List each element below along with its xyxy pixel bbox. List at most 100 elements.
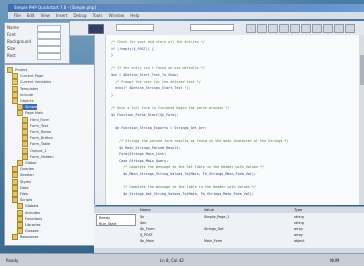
menu-item[interactable]: View bbox=[40, 12, 50, 19]
tree-item[interactable]: Templates bbox=[12, 85, 39, 92]
watch-cell-type: string bbox=[294, 221, 304, 225]
editor-vertical-scrollbar[interactable] bbox=[359, 35, 364, 205]
tree-item[interactable]: Classes bbox=[17, 228, 39, 235]
menu-item[interactable]: Help bbox=[130, 12, 139, 19]
menu-item[interactable]: Tools bbox=[93, 12, 103, 19]
tree-item[interactable]: Libraries bbox=[17, 222, 41, 228]
tree-item[interactable]: Scripts bbox=[12, 197, 32, 204]
property-value[interactable] bbox=[37, 32, 61, 39]
toolbar-button[interactable] bbox=[323, 24, 333, 33]
toolbar-button[interactable] bbox=[301, 24, 311, 33]
tree-item[interactable]: Files bbox=[12, 191, 28, 197]
watch-row[interactable]: $n Simple_Page_1 string bbox=[94, 215, 364, 220]
tree-item[interactable]: Form_Text bbox=[22, 122, 48, 129]
code-line: } bbox=[111, 53, 114, 58]
watch-row[interactable]: $n_Form Strings_Get array bbox=[94, 227, 364, 232]
tree-item[interactable]: Project bbox=[7, 67, 27, 73]
window-title: Simple PHP Quickstart 7.0 - [Simple.php] bbox=[14, 5, 96, 10]
tree-item[interactable]: Form_Table bbox=[22, 141, 50, 148]
tree-item[interactable]: Global bbox=[17, 160, 36, 166]
tree-item[interactable]: Queries bbox=[12, 166, 34, 173]
tree-item-label: Libraries bbox=[25, 223, 41, 227]
toolbar-button[interactable] bbox=[290, 24, 300, 33]
scrollbar-thumb[interactable] bbox=[360, 55, 364, 85]
tree-item-label: Styles bbox=[20, 179, 31, 184]
menu-item[interactable]: Edit bbox=[27, 12, 35, 19]
tree-item-label: Form_Radio bbox=[30, 130, 51, 134]
folder-icon bbox=[12, 98, 18, 104]
tree-item[interactable]: Page Main bbox=[17, 110, 44, 117]
property-label: Background bbox=[7, 39, 31, 44]
tree-item[interactable]: Styles bbox=[12, 178, 31, 185]
tree-item-label: Files bbox=[20, 192, 28, 196]
toolbar-dropdown[interactable] bbox=[190, 24, 234, 31]
menu-item[interactable]: File bbox=[14, 12, 21, 19]
tree-item[interactable]: Simple bbox=[17, 104, 38, 111]
watch-row[interactable]: $_POST array bbox=[94, 233, 364, 238]
color-swatch[interactable] bbox=[88, 24, 104, 34]
code-line: } bbox=[111, 92, 114, 97]
tree-item-label: Page Main bbox=[25, 111, 44, 116]
tree-item-label: Form_Hidden bbox=[30, 154, 54, 159]
tree-item[interactable]: Form_Radio bbox=[22, 129, 51, 135]
toolbar-button[interactable] bbox=[279, 24, 289, 33]
tree-item[interactable]: Form_Hidden bbox=[22, 153, 54, 160]
watch-row[interactable]: $en string bbox=[94, 221, 364, 226]
folder-icon bbox=[17, 160, 23, 166]
code-editor[interactable]: /* Check for post and store all the entr… bbox=[94, 35, 364, 205]
folder-icon bbox=[7, 67, 13, 73]
tree-item[interactable]: Includes bbox=[17, 209, 40, 216]
watch-row[interactable]: $n_Main Main_Form object bbox=[94, 239, 364, 244]
watch-cell-name: $n bbox=[140, 215, 145, 219]
tree-item[interactable]: Objects bbox=[12, 98, 34, 104]
menu-bar: File Edit View Insert Debug Tools Window Help bbox=[8, 12, 364, 19]
tree-item[interactable]: Functions bbox=[17, 215, 42, 222]
tree-item[interactable]: Html_Form bbox=[22, 116, 49, 123]
tree-item[interactable]: Form_Button bbox=[22, 135, 53, 142]
tree-item[interactable]: Resources bbox=[12, 234, 38, 241]
folder-icon bbox=[17, 110, 23, 117]
toolbar-button[interactable] bbox=[246, 24, 256, 33]
tree-item[interactable]: Current Variables bbox=[12, 79, 51, 86]
tree-item[interactable]: Current Page bbox=[12, 73, 43, 80]
menu-item[interactable]: Debug bbox=[73, 12, 86, 19]
toolbar-text-input[interactable] bbox=[116, 24, 154, 31]
tree-item-label: Data bbox=[20, 185, 29, 190]
property-row: Size bbox=[7, 46, 61, 53]
toolbar-button[interactable] bbox=[312, 24, 322, 33]
code-line: /* Strings the parsed form results as fo… bbox=[111, 139, 289, 143]
property-value[interactable] bbox=[37, 25, 61, 32]
code-line: $n Function_String_Exports = Strings_Get… bbox=[111, 125, 207, 130]
tree-item-label: Templates bbox=[20, 86, 39, 91]
tree-item[interactable]: Data bbox=[12, 184, 29, 191]
tree-item-label: Global bbox=[25, 161, 37, 165]
watch-cell-value: Strings_Get bbox=[204, 227, 224, 231]
tree-item-label: Objects bbox=[20, 99, 34, 103]
menu-item[interactable]: Window bbox=[108, 12, 124, 19]
window-title-bar[interactable]: Simple PHP Quickstart 7.0 - [Simple.php] bbox=[8, 4, 364, 12]
watch-column-header[interactable]: Name bbox=[140, 207, 151, 213]
main-toolbar bbox=[70, 21, 364, 36]
code-line: /* Prompt the user for the entered text … bbox=[111, 79, 201, 84]
watch-cell-value: Simple_Page_1 bbox=[204, 215, 230, 219]
property-value[interactable] bbox=[37, 39, 61, 46]
menu-item[interactable]: Insert bbox=[56, 12, 67, 19]
watch-column-header[interactable]: Value bbox=[204, 207, 214, 213]
toolbar-button[interactable] bbox=[268, 24, 278, 33]
watch-column-header[interactable]: Type bbox=[294, 207, 302, 213]
property-value[interactable] bbox=[37, 46, 61, 53]
toolbar-button[interactable] bbox=[345, 24, 355, 33]
property-value[interactable] bbox=[37, 53, 61, 60]
toolbar-button[interactable] bbox=[334, 24, 344, 33]
property-row: Background bbox=[7, 39, 61, 46]
toolbar-button[interactable] bbox=[257, 24, 267, 33]
tree-item[interactable]: Output_1 bbox=[22, 147, 47, 154]
code-line: /* Once a full form is finished begin th… bbox=[111, 106, 230, 110]
tree-item[interactable]: Globals bbox=[17, 203, 38, 210]
tree-item-label: Project bbox=[15, 68, 28, 72]
tree-item[interactable]: Session bbox=[12, 172, 34, 179]
watch-panel: Name Value Type Ready Run_Start $n Simple_P… bbox=[94, 206, 364, 249]
tree-item[interactable]: Include bbox=[12, 91, 33, 98]
status-num: NUM bbox=[330, 258, 340, 263]
folder-icon bbox=[12, 172, 18, 179]
